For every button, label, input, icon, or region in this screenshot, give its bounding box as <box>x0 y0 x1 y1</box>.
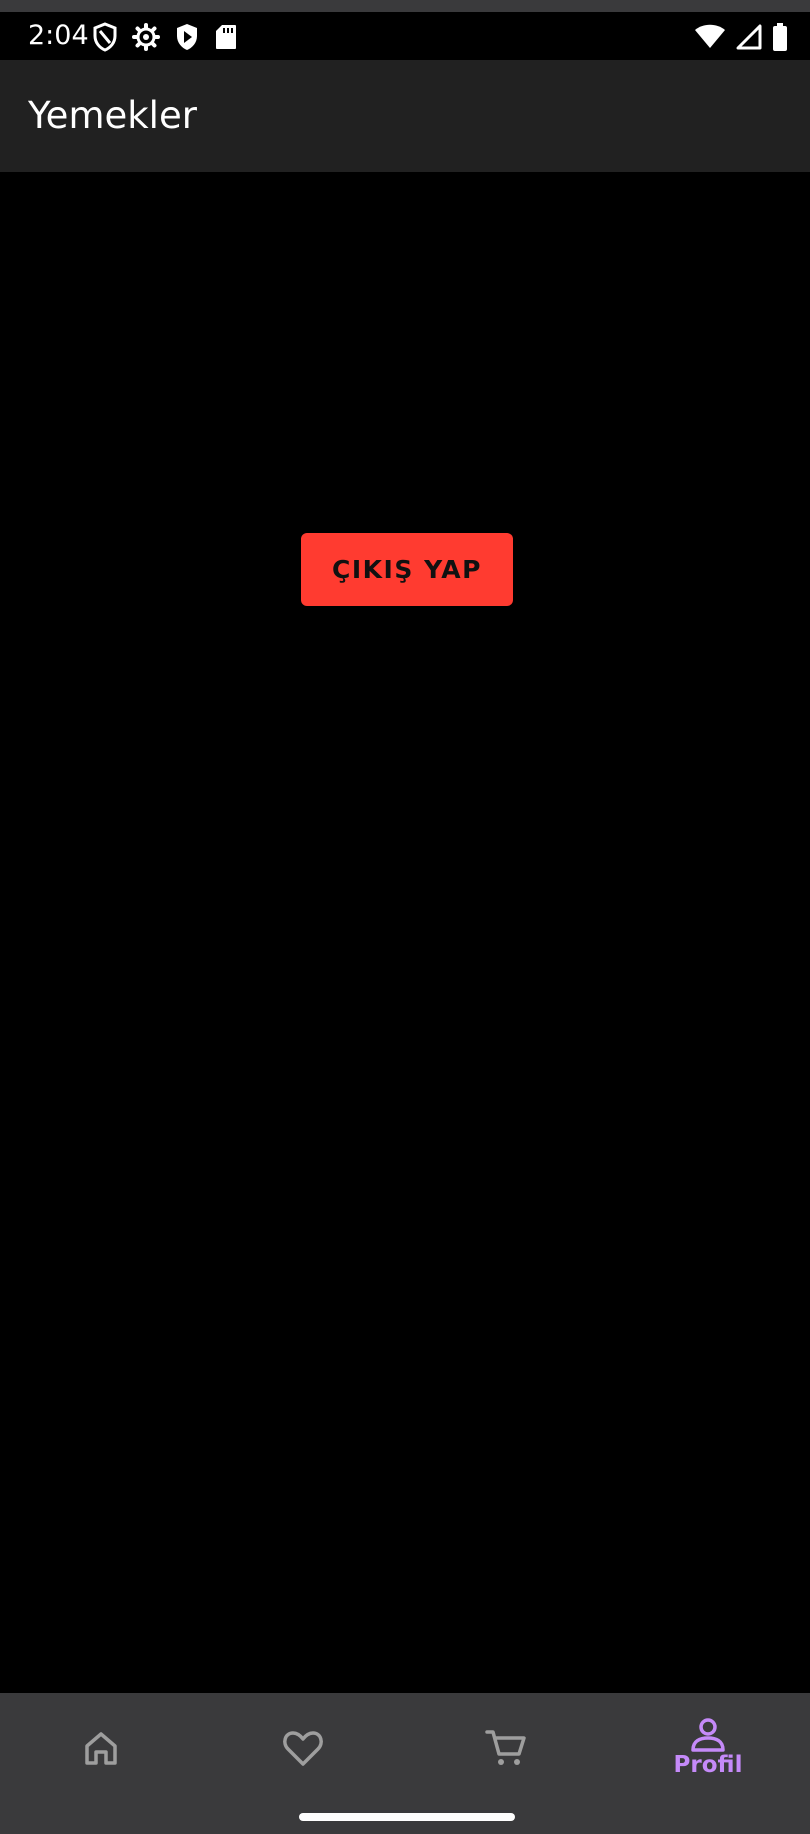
play-protect-icon <box>174 22 200 52</box>
status-right-icons <box>694 22 788 52</box>
vpn-shield-icon <box>92 22 118 52</box>
sd-card-icon <box>214 23 238 51</box>
status-left-icons <box>92 22 238 52</box>
nav-item-favorites[interactable] <box>202 1693 404 1803</box>
nav-item-home[interactable] <box>0 1693 202 1803</box>
gesture-handle[interactable] <box>299 1813 515 1821</box>
cart-icon <box>485 1727 527 1769</box>
top-edge-strip <box>0 0 810 12</box>
wifi-icon <box>694 24 726 50</box>
home-icon <box>81 1728 121 1768</box>
status-time: 2:04 <box>28 20 89 51</box>
settings-gear-icon <box>132 23 160 51</box>
bottom-navigation: Profil <box>0 1693 810 1834</box>
status-bar: 2:04 <box>0 12 810 60</box>
person-icon <box>689 1718 727 1752</box>
logout-button[interactable]: ÇIKIŞ YAP <box>301 533 513 606</box>
cellular-signal-icon <box>736 24 762 50</box>
heart-icon <box>282 1728 324 1768</box>
battery-icon <box>772 23 788 51</box>
profile-content: ÇIKIŞ YAP <box>0 172 810 1693</box>
nav-label-profile: Profil <box>673 1752 743 1778</box>
page-title: Yemekler <box>28 94 197 137</box>
nav-item-profile[interactable]: Profil <box>607 1693 809 1803</box>
app-bar: Yemekler <box>0 60 810 172</box>
nav-item-cart[interactable] <box>405 1693 607 1803</box>
